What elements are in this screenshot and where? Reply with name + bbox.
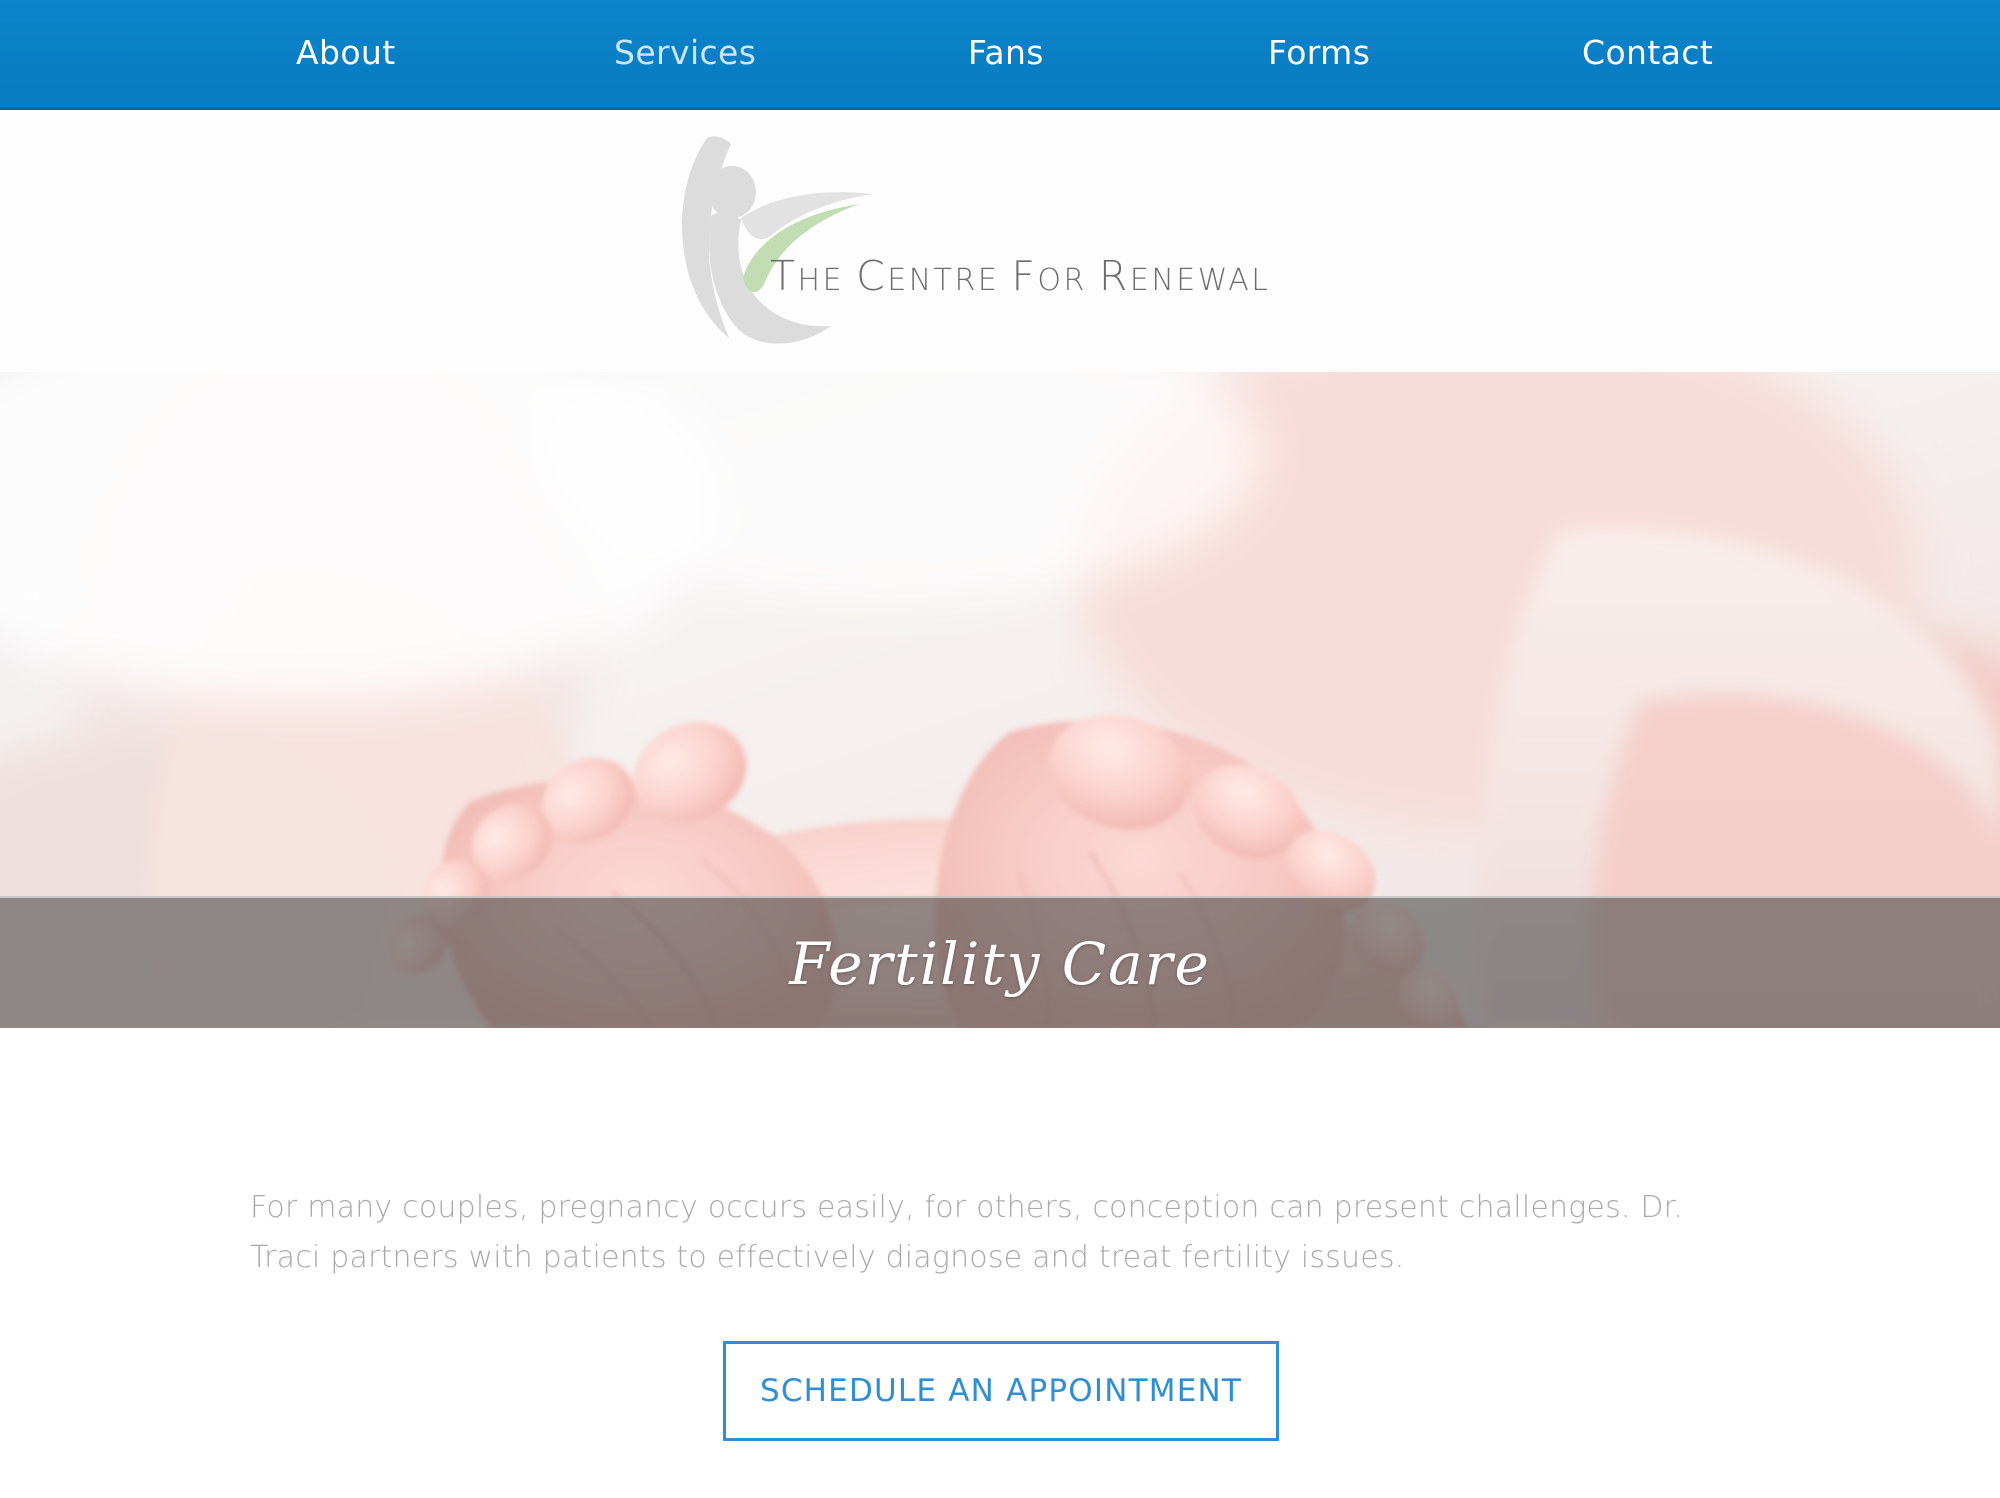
logo-band: THE CENTRE FOR RENEWAL xyxy=(0,110,2000,372)
nav-item-about[interactable]: About xyxy=(296,27,396,79)
logo-wordmark: THE CENTRE FOR RENEWAL xyxy=(770,252,1370,312)
nav-item-forms[interactable]: Forms xyxy=(1268,27,1370,79)
intro-paragraph: For many couples, pregnancy occurs easil… xyxy=(250,1190,1684,1275)
logo-cap-r: R xyxy=(1098,252,1130,300)
logo-the-rest: HE xyxy=(797,263,857,298)
logo-cap-c: C xyxy=(856,252,888,300)
logo-cap-f: F xyxy=(1011,252,1038,300)
site-logo[interactable]: THE CENTRE FOR RENEWAL xyxy=(645,130,1365,352)
hero-title-band: Fertility Care xyxy=(0,896,2000,1028)
hero-section: Fertility Care xyxy=(0,372,2000,1028)
nav-item-services[interactable]: Services xyxy=(614,27,756,79)
logo-renewal-rest: ENEWAL xyxy=(1129,263,1271,298)
nav-item-contact[interactable]: Contact xyxy=(1582,27,1713,79)
page-title: Fertility Care xyxy=(789,930,1211,998)
top-navigation-bar: About Services Fans Forms Contact xyxy=(0,0,2000,110)
logo-centre-rest: ENTRE xyxy=(887,263,1012,298)
nav-item-fans[interactable]: Fans xyxy=(968,27,1044,79)
logo-cap-t: T xyxy=(770,252,798,300)
schedule-an-appointment-button[interactable]: SCHEDULE AN APPOINTMENT xyxy=(723,1341,1279,1441)
renewal-figure-logo-icon xyxy=(681,136,873,344)
logo-for-rest: OR xyxy=(1037,263,1099,298)
nav-list: About Services Fans Forms Contact xyxy=(0,0,2000,107)
content-section: For many couples, pregnancy occurs easil… xyxy=(0,1028,2000,1498)
